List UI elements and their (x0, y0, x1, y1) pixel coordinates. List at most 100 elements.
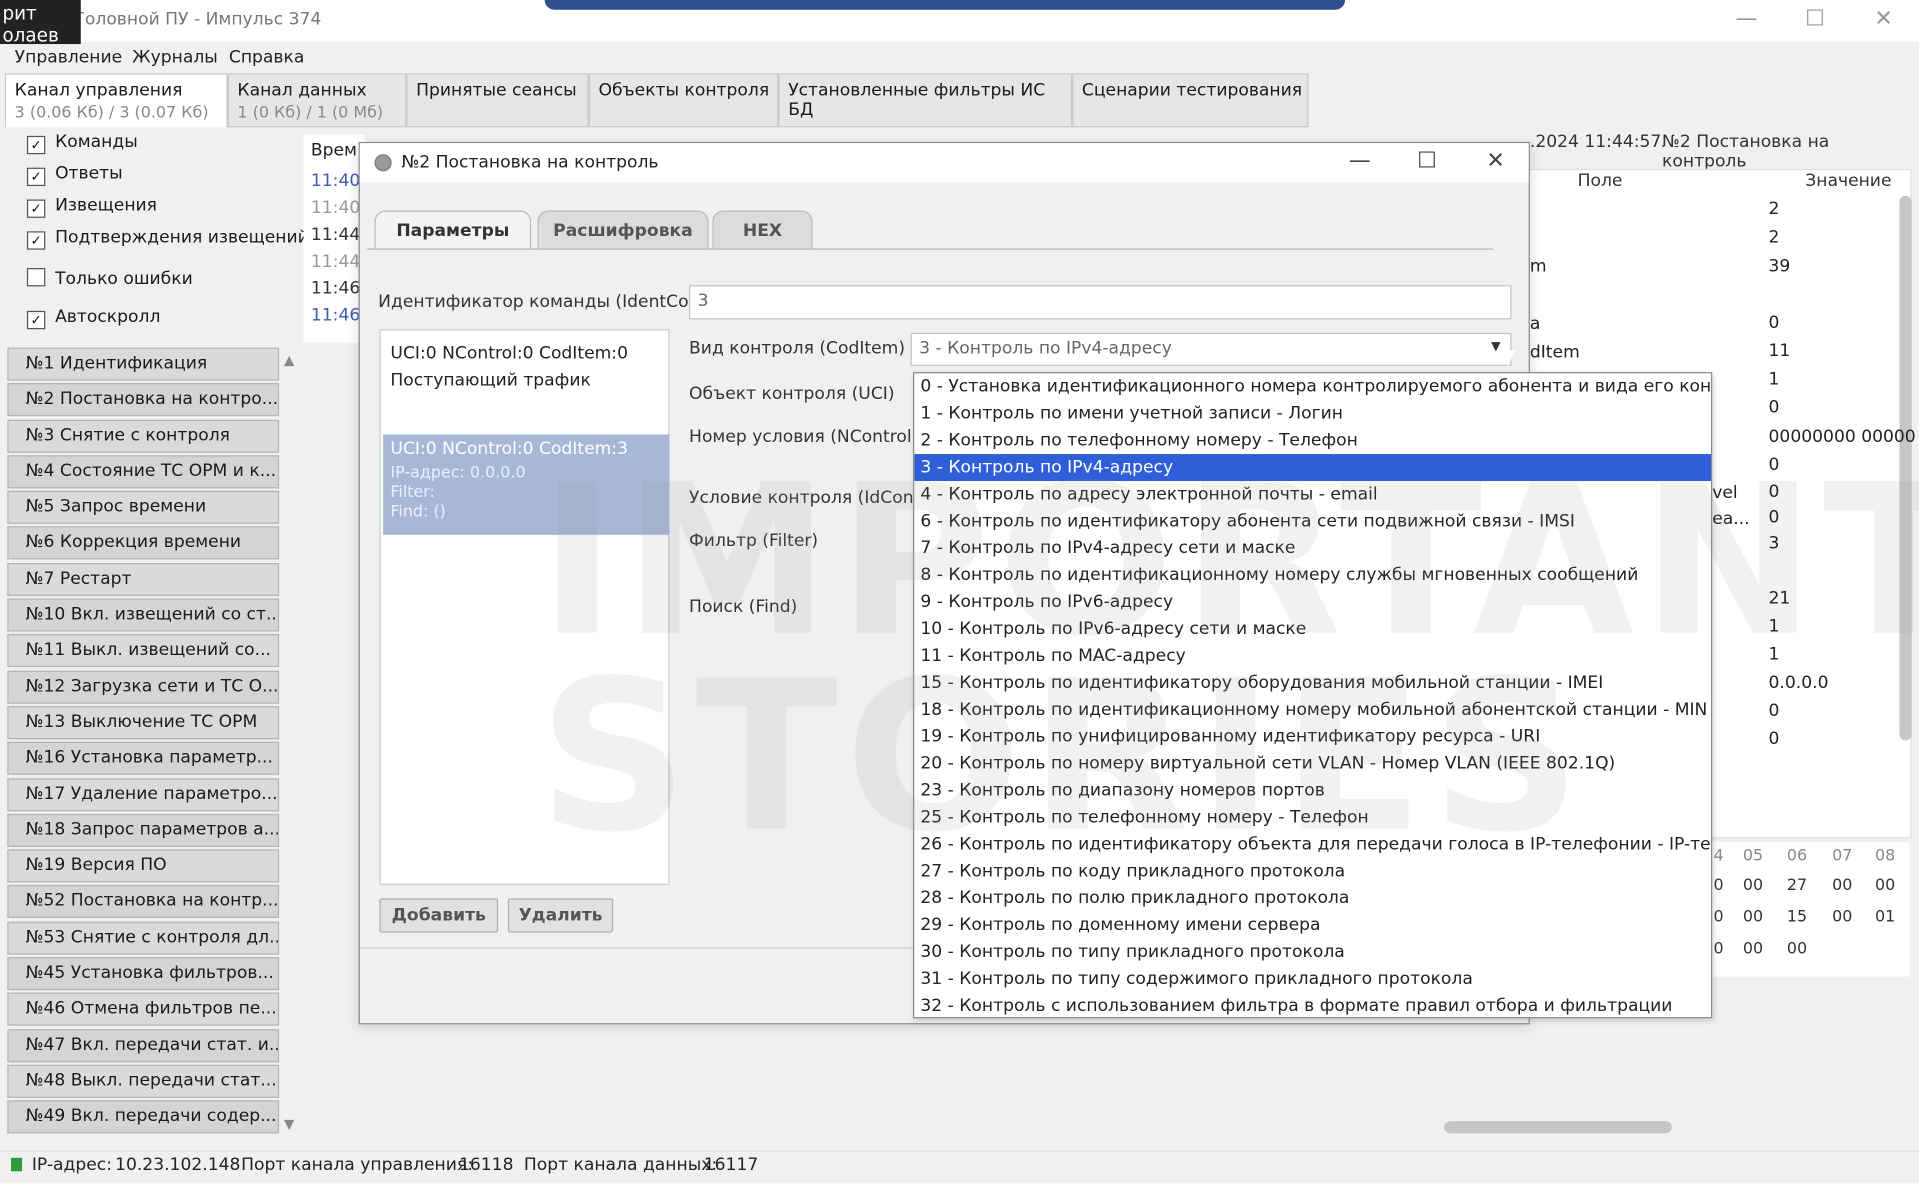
dropdown-option[interactable]: 8 - Контроль по идентификационному номер… (914, 562, 1711, 589)
command-button[interactable]: №4 Состояние ТС ОРМ и к... (7, 455, 280, 489)
horizontal-scrollbar[interactable] (1444, 1121, 1672, 1134)
overlay-line-1: рит (2, 2, 37, 25)
command-button[interactable]: №16 Установка параметр... (7, 742, 280, 776)
command-button[interactable]: №3 Снятие с контроля (7, 419, 280, 453)
dropdown-option[interactable]: 20 - Контроль по номеру виртуальной сети… (914, 750, 1711, 777)
grid-vertical-scrollbar[interactable] (1899, 195, 1912, 741)
ident-input[interactable]: 3 (689, 285, 1512, 320)
add-button[interactable]: Добавить (379, 898, 499, 933)
grid-value: 1 (1768, 616, 1780, 637)
minimize-icon[interactable]: — (1718, 5, 1774, 34)
dropdown-option[interactable]: 32 - Контроль с использованием фильтра в… (914, 993, 1711, 1017)
tab-label: Канал данных (237, 80, 367, 101)
tab-data-channel[interactable]: Канал данных 1 (0 Кб) / 1 (0 Мб) (227, 73, 407, 128)
tab-control-objects[interactable]: Объекты контроля (588, 73, 779, 128)
dropdown-option[interactable]: 31 - Контроль по типу содержимого прикла… (914, 966, 1711, 993)
checkbox-label: Извещения (55, 195, 157, 216)
list-scroll-down-icon[interactable]: ▼ (284, 1116, 294, 1132)
tab-sub: 1 (0 Кб) / 1 (0 Мб) (237, 104, 384, 123)
dropdown-option[interactable]: 23 - Контроль по диапазону номеров порто… (914, 777, 1711, 804)
filter-label: Фильтр (Filter) (689, 531, 819, 551)
checkbox-box[interactable]: ✓ (26, 199, 46, 218)
dropdown-option[interactable]: 9 - Контроль по IPv6-адресу (914, 589, 1711, 616)
command-button[interactable]: №1 Идентификация (7, 347, 280, 381)
close-icon[interactable]: ✕ (1855, 5, 1911, 34)
command-button[interactable]: №11 Выкл. извещений со... (7, 634, 280, 668)
command-button[interactable]: №12 Загрузка сети и ТС О... (7, 670, 280, 704)
checkbox-box[interactable]: ✓ (26, 231, 46, 250)
checkbox-box[interactable]: ✓ (26, 135, 46, 155)
command-button[interactable]: №49 Вкл. передачи содер... (7, 1100, 280, 1134)
screen-root: П...SB Головной ПУ - Импульс 374 — ☐ ✕ р… (0, 0, 1919, 1184)
command-button[interactable]: №13 Выключение ТС ОРМ (7, 706, 280, 740)
command-button[interactable]: №7 Рестарт (7, 562, 280, 596)
command-button[interactable]: №47 Вкл. передачи стат. и... (7, 1028, 280, 1062)
dialog-tab-decoding[interactable]: Расшифровка (537, 210, 709, 250)
menu-help[interactable]: Справка (229, 48, 304, 68)
list-item[interactable]: UCI:0 NControl:0 CodItem:0 Поступающий т… (390, 340, 628, 394)
dropdown-option[interactable]: 29 - Контроль по доменному имени сервера (914, 912, 1711, 939)
hex-header-cell: 06 (1786, 846, 1808, 866)
status-ip-label: IP-адрес: (31, 1155, 112, 1175)
dropdown-option[interactable]: 27 - Контроль по коду прикладного проток… (914, 858, 1711, 885)
dialog-tab-parameters[interactable]: Параметры (374, 210, 532, 250)
dropdown-option[interactable]: 1 - Контроль по имени учетной записи - Л… (914, 400, 1711, 427)
dropdown-option[interactable]: 10 - Контроль по IPv6-адресу сети и маск… (914, 616, 1711, 643)
dropdown-option[interactable]: 18 - Контроль по идентификационному номе… (914, 696, 1711, 723)
dropdown-option[interactable]: 0 - Установка идентификационного номера … (914, 373, 1711, 400)
conditions-list[interactable]: UCI:0 NControl:0 CodItem:0 Поступающий т… (379, 329, 670, 885)
checkbox-autoscroll[interactable]: ✓ Автоскролл (26, 307, 160, 330)
dropdown-option[interactable]: 2 - Контроль по телефонному номеру - Тел… (914, 427, 1711, 454)
dropdown-option[interactable]: 6 - Контроль по идентификатору абонента … (914, 508, 1711, 535)
menu-control[interactable]: Управление (15, 48, 122, 68)
coditem-combobox[interactable]: 3 - Контроль по IPv4-адресу ▼ (910, 332, 1512, 366)
list-item-selected[interactable]: UCI:0 NControl:0 CodItem:3 IP-адрес: 0.0… (383, 434, 670, 535)
tab-control-channel[interactable]: Канал управления 3 (0.06 Кб) / 3 (0.07 К… (4, 73, 228, 128)
dropdown-option[interactable]: 4 - Контроль по адресу электронной почты… (914, 481, 1711, 508)
command-button[interactable]: №53 Снятие с контроля дл... (7, 921, 280, 955)
dialog-close-icon[interactable]: ✕ (1471, 148, 1520, 174)
command-button[interactable]: №5 Запрос времени (7, 491, 280, 525)
command-button[interactable]: №10 Вкл. извещений со ст... (7, 598, 280, 632)
maximize-icon[interactable]: ☐ (1787, 5, 1843, 34)
command-button[interactable]: №18 Запрос параметров а... (7, 813, 280, 847)
command-button[interactable]: №6 Коррекция времени (7, 526, 280, 560)
dropdown-option[interactable]: 3 - Контроль по IPv4-адресу (914, 454, 1712, 481)
dialog-maximize-icon[interactable]: ☐ (1403, 148, 1452, 174)
menu-journals[interactable]: Журналы (132, 48, 218, 68)
command-button[interactable]: №2 Постановка на контро... (7, 383, 280, 417)
checkbox-commands[interactable]: ✓ Команды (26, 132, 138, 155)
dropdown-option[interactable]: 7 - Контроль по IPv4-адресу сети и маске (914, 535, 1711, 562)
checkbox-notifications[interactable]: ✓ Извещения (26, 195, 157, 218)
dialog-minimize-icon[interactable]: — (1335, 148, 1384, 174)
command-button[interactable]: №52 Постановка на контр... (7, 885, 280, 919)
checkbox-responses[interactable]: ✓ Ответы (26, 164, 123, 187)
command-button[interactable]: №19 Версия ПО (7, 849, 280, 883)
dropdown-option[interactable]: 11 - Контроль по MAC-адресу (914, 643, 1711, 670)
command-button[interactable]: №17 Удаление параметро... (7, 777, 280, 811)
checkbox-box[interactable] (26, 268, 46, 287)
dropdown-option[interactable]: 19 - Контроль по унифицированному иденти… (914, 723, 1711, 750)
command-button[interactable]: №46 Отмена фильтров пе... (7, 993, 280, 1027)
tab-test-scenarios[interactable]: Сценарии тестирования (1072, 73, 1309, 128)
tab-received-sessions[interactable]: Принятые сеансы (406, 73, 589, 128)
chevron-down-icon[interactable]: ▼ (1491, 340, 1500, 353)
checkbox-box[interactable]: ✓ (26, 310, 46, 330)
dropdown-option[interactable]: 15 - Контроль по идентификатору оборудов… (914, 669, 1711, 696)
list-scroll-up-icon[interactable]: ▲ (284, 352, 294, 368)
dropdown-option[interactable]: 28 - Контроль по полю прикладного проток… (914, 885, 1711, 912)
dropdown-option[interactable]: 26 - Контроль по идентификатору объекта … (914, 831, 1711, 858)
command-button[interactable]: №48 Выкл. передачи стат... (7, 1064, 280, 1098)
dropdown-option[interactable]: 30 - Контроль по типу прикладного проток… (914, 939, 1711, 966)
dialog-tab-hex[interactable]: HEX (712, 210, 813, 250)
checkbox-notification-acks[interactable]: ✓ Подтверждения извещений (26, 228, 309, 250)
grid-value: 1 (1768, 369, 1780, 390)
checkbox-box[interactable]: ✓ (26, 167, 46, 187)
coditem-dropdown-list[interactable]: 0 - Установка идентификационного номера … (913, 372, 1713, 1019)
tab-installed-filters[interactable]: Установленные фильтры ИС БД (778, 73, 1073, 128)
dropdown-option[interactable]: 25 - Контроль по телефонному номеру - Те… (914, 804, 1711, 831)
checkbox-errors-only[interactable]: Только ошибки (26, 268, 193, 289)
hex-cell: 00 (1832, 908, 1853, 927)
delete-button[interactable]: Удалить (507, 898, 614, 933)
command-button[interactable]: №45 Установка фильтров... (7, 957, 280, 991)
